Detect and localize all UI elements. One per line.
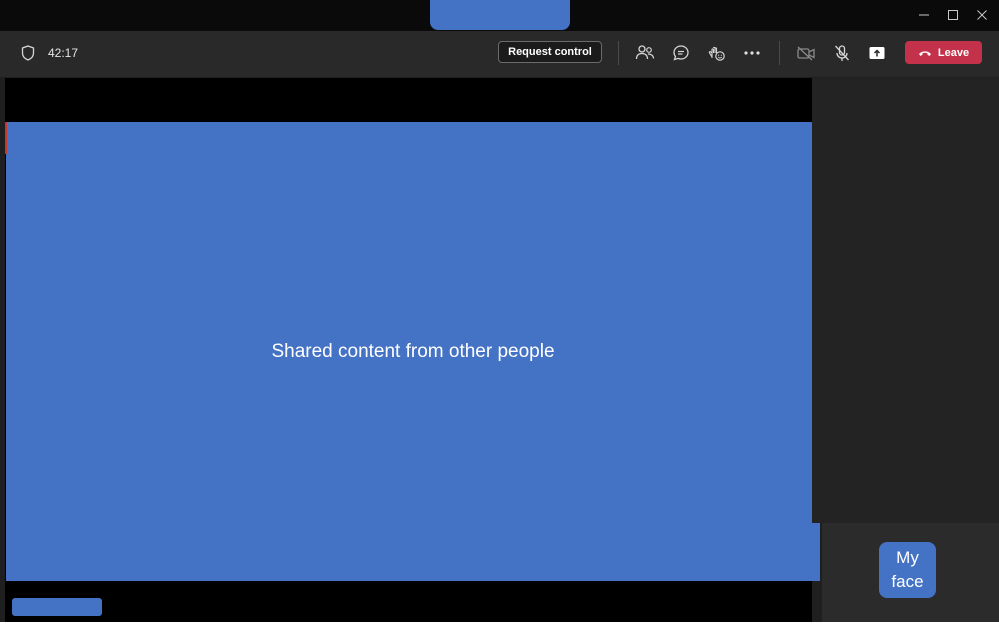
maximize-icon[interactable] — [946, 8, 960, 22]
more-icon[interactable] — [742, 43, 762, 63]
title-bar — [0, 0, 999, 31]
shared-content-label: Shared content from other people — [271, 340, 555, 362]
reactions-icon[interactable] — [706, 43, 726, 63]
leave-button[interactable]: Leave — [905, 41, 982, 64]
self-view-label: My face — [891, 548, 924, 591]
leave-label: Leave — [937, 46, 970, 59]
window-bottom-edge — [0, 622, 999, 626]
title-redaction — [430, 0, 570, 30]
toolbar-divider — [779, 41, 780, 65]
share-icon[interactable] — [867, 43, 887, 63]
meeting-window: 42:17 Request control Leave Shared conte… — [0, 0, 999, 626]
shield-icon[interactable] — [18, 43, 38, 63]
participants-pane — [812, 78, 999, 523]
presenter-indicator — [5, 122, 7, 154]
camera-off-icon[interactable] — [796, 43, 816, 63]
meeting-timer: 42:17 — [48, 46, 79, 60]
minimize-icon[interactable] — [917, 8, 931, 22]
phone-icon — [918, 50, 931, 56]
chat-icon[interactable] — [671, 43, 691, 63]
people-icon[interactable] — [635, 43, 655, 63]
mic-off-icon[interactable] — [832, 43, 852, 63]
close-icon[interactable] — [975, 8, 989, 22]
shared-content-area[interactable]: Shared content from other people — [6, 122, 820, 581]
self-view-tile[interactable]: My face — [879, 542, 936, 598]
presenter-name-redaction — [12, 598, 102, 616]
toolbar-divider — [618, 41, 619, 65]
request-control-button[interactable]: Request control — [498, 41, 602, 63]
